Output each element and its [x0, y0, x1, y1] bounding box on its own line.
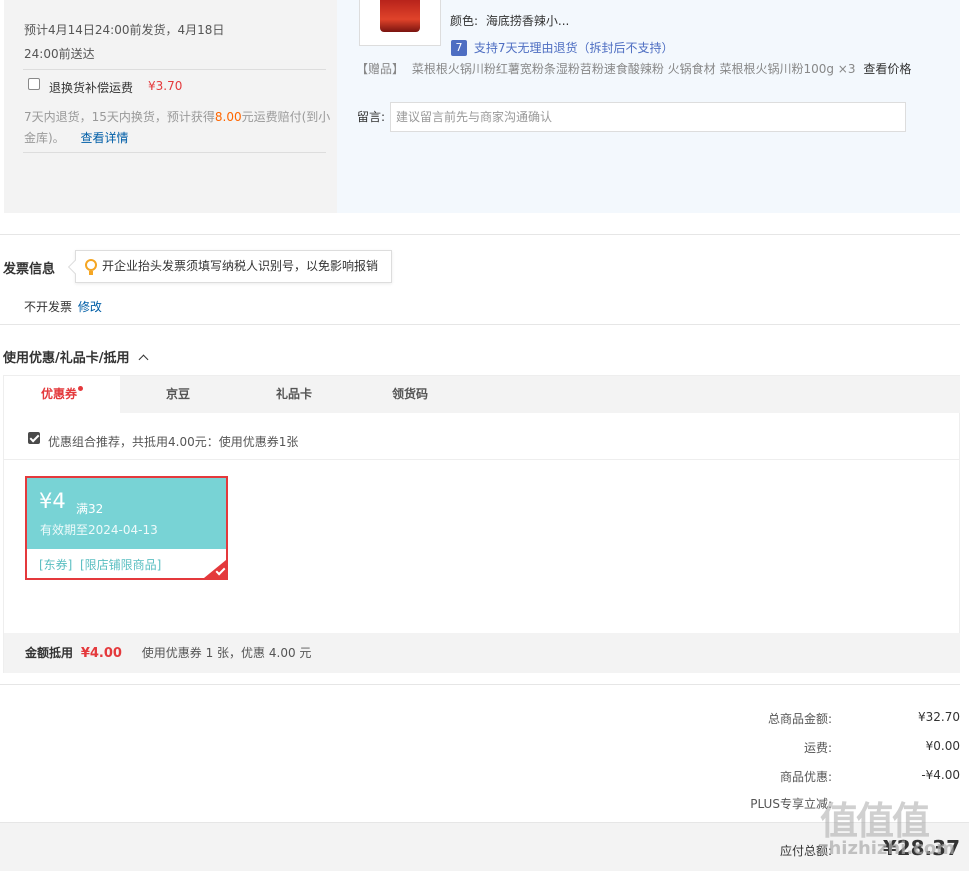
tip-arrow — [67, 259, 83, 275]
product-color: 颜色: 海底捞香辣小... — [450, 12, 569, 29]
coupon-card[interactable]: ¥4 满32 有效期至2024-04-13 [东券] [限店铺限商品] — [25, 476, 228, 580]
chevron-up-icon — [138, 354, 149, 365]
seven-day-return-icon: 7 — [451, 39, 467, 56]
tab-jingdou[interactable]: 京豆 — [120, 376, 236, 413]
delivery-estimate-line2: 24:00前送达 — [24, 47, 95, 61]
shipping-panel: 预计4月14日24:00前发货，4月18日 24:00前送达 退换货补偿运费 ¥… — [4, 0, 337, 213]
divider — [0, 234, 960, 235]
delivery-estimate-line1: 预计4月14日24:00前发货，4月18日 — [24, 23, 225, 37]
divider — [23, 152, 326, 153]
item-discount-value: -¥4.00 — [921, 768, 960, 782]
gift-price-link[interactable]: 查看价格 — [863, 62, 911, 76]
discount-amount-bar: 金额抵用 ¥4.00 使用优惠券 1 张，优惠 4.00 元 — [4, 633, 960, 673]
return-insurance-checkbox[interactable] — [28, 78, 40, 90]
coupon-condition: 满32 — [76, 502, 104, 516]
plus-discount-label: PLUS专享立减: — [750, 797, 832, 811]
tab-pickup-code[interactable]: 领货码 — [352, 376, 468, 413]
coupon-validity: 有效期至2024-04-13 — [40, 523, 158, 537]
invoice-status: 不开发票 — [24, 300, 73, 314]
amount-label: 金额抵用 — [25, 646, 74, 660]
product-image — [380, 0, 420, 32]
recommend-checkbox[interactable] — [28, 432, 40, 444]
divider — [0, 684, 960, 685]
divider — [4, 459, 960, 460]
notification-dot — [78, 386, 83, 391]
shipping-fee-label: 运费: — [803, 741, 832, 755]
watermark-url: zhizhizhi.com — [818, 838, 956, 859]
recommend-text: 优惠组合推荐，共抵用4.00元：使用优惠券1张 — [48, 435, 299, 449]
return-insurance-price: ¥3.70 — [148, 79, 183, 93]
shipping-fee-value: ¥0.00 — [925, 739, 960, 753]
tab-gift-card[interactable]: 礼品卡 — [236, 376, 352, 413]
policy-text-2: 元运费赔付(到小 — [241, 110, 331, 124]
tab-coupons[interactable]: 优惠券 — [4, 376, 120, 413]
discount-section-toggle[interactable]: 使用优惠/礼品卡/抵用 — [3, 347, 149, 366]
color-value: 海底捞香辣小... — [485, 14, 570, 28]
payable-label: 应付总额: — [779, 844, 832, 858]
gift-tag: 【赠品】 — [356, 62, 405, 76]
policy-text-1: 7天内退货，15天内换货，预计获得 — [24, 110, 215, 124]
message-input[interactable]: 建议留言前先与商家沟通确认 — [390, 102, 906, 132]
policy-amount: 8.00 — [214, 110, 242, 124]
invoice-tip-text: 开企业抬头发票须填写纳税人识别号，以免影响报销 — [102, 259, 379, 273]
discount-title: 使用优惠/礼品卡/抵用 — [3, 351, 130, 366]
gift-line: 【赠品】 菜根根火锅川粉红薯宽粉条湿粉苕粉速食酸辣粉 火锅食材 菜根根火锅川粉1… — [356, 60, 911, 77]
tab-label: 优惠券 — [40, 387, 77, 401]
color-label: 颜色: — [450, 14, 479, 28]
invoice-edit-link[interactable]: 修改 — [78, 300, 102, 314]
watermark-logo: 值值值 — [820, 799, 930, 843]
return-insurance-label: 退换货补偿运费 — [49, 81, 134, 95]
amount-value: ¥4.00 — [80, 646, 122, 661]
message-label: 留言: — [357, 110, 386, 124]
policy-text-3: 金库)。 — [24, 131, 65, 145]
return-policy-badge: 7 支持7天无理由退货（拆封后不支持） — [451, 39, 673, 56]
return-policy-text: 7天内退货，15天内换货，预计获得8.00元运费赔付(到小 金库)。 查看详情 — [24, 107, 334, 149]
item-discount-label: 商品优惠: — [779, 770, 832, 784]
details-link[interactable]: 查看详情 — [81, 131, 129, 145]
divider — [0, 324, 960, 325]
return-policy-label: 支持7天无理由退货（拆封后不支持） — [473, 41, 674, 55]
coupon-tags: [东券] [限店铺限商品] — [39, 558, 162, 572]
divider — [23, 69, 326, 70]
invoice-title: 发票信息 — [3, 262, 56, 277]
invoice-status-row: 不开发票 修改 — [24, 298, 102, 315]
invoice-tip: 开企业抬头发票须填写纳税人识别号，以免影响报销 — [67, 250, 392, 283]
gift-description: 菜根根火锅川粉红薯宽粉条湿粉苕粉速食酸辣粉 火锅食材 菜根根火锅川粉100g ×… — [411, 62, 856, 76]
lightbulb-icon — [85, 259, 97, 275]
amount-summary: 使用优惠券 1 张，优惠 4.00 元 — [141, 646, 312, 660]
product-thumbnail[interactable] — [359, 0, 441, 46]
subtotal-value: ¥32.70 — [918, 710, 960, 724]
coupon-header: ¥4 满32 有效期至2024-04-13 — [27, 478, 226, 549]
coupon-amount: ¥4 — [39, 489, 66, 513]
subtotal-label: 总商品金额: — [767, 712, 832, 726]
